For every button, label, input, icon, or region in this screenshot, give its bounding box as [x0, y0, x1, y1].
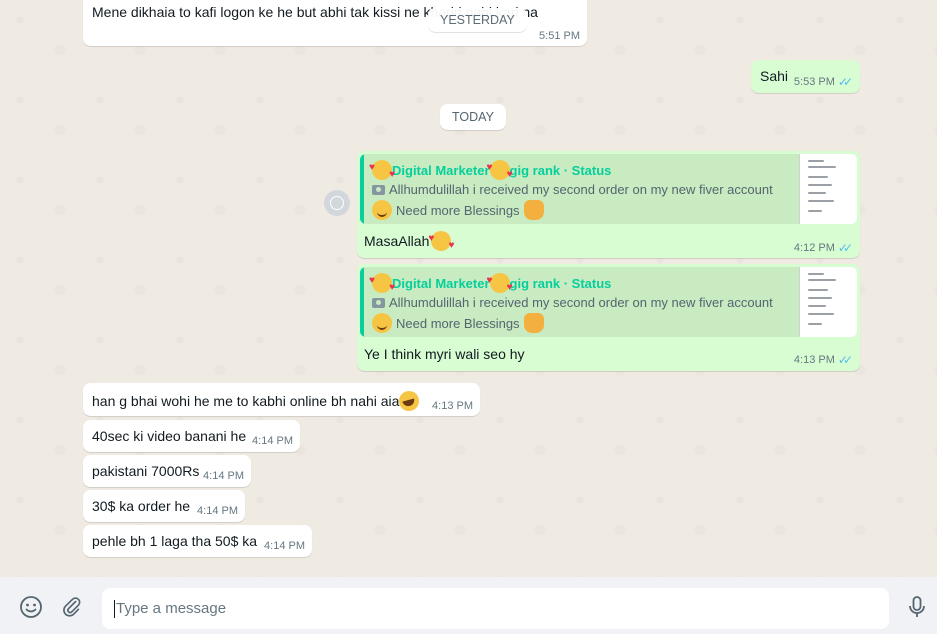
rolling-laughing-emoji-icon	[399, 391, 420, 411]
message-time: 4:14 PM	[197, 505, 238, 517]
message-text: pakistani 7000Rs	[92, 463, 200, 479]
message-time: 4:13 PM ✓✓	[794, 353, 853, 367]
message-text: han g bhai wohi he me to kabhi online bh…	[92, 391, 420, 411]
message-incoming[interactable]: 40sec ki video banani he 4:14 PM	[83, 420, 300, 452]
message-outgoing[interactable]: Sahi 5:53 PM ✓✓	[751, 60, 860, 93]
message-incoming[interactable]: han g bhai wohi he me to kabhi online bh…	[83, 383, 480, 416]
camera-icon	[372, 297, 385, 308]
message-time: 4:13 PM	[432, 400, 473, 412]
camera-icon	[372, 184, 385, 195]
message-time: 5:51 PM	[539, 30, 580, 42]
message-time: 4:12 PM ✓✓	[794, 241, 853, 255]
smiling-hearts-emoji-icon	[428, 231, 454, 251]
quoted-status[interactable]: Digital Marketer gig rank · Status Allhu…	[360, 154, 857, 224]
message-incoming[interactable]: pakistani 7000Rs 4:14 PM	[83, 455, 251, 487]
message-text: Ye I think myri wali seo hy	[364, 346, 525, 362]
smiling-hearts-emoji-icon	[369, 273, 395, 293]
message-text: pehle bh 1 laga tha 50$ ka	[92, 533, 258, 549]
chat-panel[interactable]: Mene dikhaia to kafi logon ke he but abh…	[0, 0, 937, 577]
paperclip-icon[interactable]	[59, 594, 85, 620]
smiling-hearts-emoji-icon	[487, 273, 513, 293]
message-time: 5:53 PM ✓✓	[794, 75, 853, 89]
message-time: 4:14 PM	[264, 540, 305, 552]
quote-text: Need more Blessings	[372, 200, 544, 220]
message-time: 4:14 PM	[252, 435, 293, 447]
message-composer: Type a message	[0, 577, 937, 634]
message-input[interactable]: Type a message	[102, 588, 889, 629]
date-divider-today: TODAY	[440, 104, 506, 130]
quote-author: Digital Marketer gig rank · Status	[369, 160, 611, 180]
quote-text: Need more Blessings	[372, 313, 544, 333]
quote-text: Allhumdulillah i received my second orde…	[372, 182, 773, 197]
quoted-status[interactable]: Digital Marketer gig rank · Status Allhu…	[360, 267, 857, 337]
message-text: 30$ ka order he	[92, 498, 191, 514]
double-check-icon: ✓✓	[837, 241, 853, 255]
emoji-icon[interactable]	[18, 594, 44, 620]
quote-text: Allhumdulillah i received my second orde…	[372, 295, 773, 310]
message-text: MasaAllah	[364, 231, 454, 251]
message-text: Sahi	[760, 68, 789, 84]
message-outgoing[interactable]: Digital Marketer gig rank · Status Allhu…	[357, 264, 860, 371]
status-thumbnail	[799, 267, 857, 337]
message-incoming[interactable]: pehle bh 1 laga tha 50$ ka 4:14 PM	[83, 525, 312, 557]
date-divider-yesterday: YESTERDAY	[428, 8, 527, 32]
double-check-icon: ✓✓	[837, 75, 853, 89]
message-time: 4:14 PM	[203, 470, 244, 482]
quote-author: Digital Marketer gig rank · Status	[369, 273, 611, 293]
double-check-icon: ✓✓	[837, 353, 853, 367]
smile-emoji-icon	[372, 200, 392, 220]
message-outgoing[interactable]: Digital Marketer gig rank · Status Allhu…	[357, 151, 860, 258]
microphone-icon[interactable]	[905, 594, 929, 620]
message-text: 40sec ki video banani he	[92, 428, 247, 444]
message-incoming[interactable]: 30$ ka order he 4:14 PM	[83, 490, 245, 522]
status-thumbnail	[799, 154, 857, 224]
smile-emoji-icon	[372, 313, 392, 333]
smiling-hearts-emoji-icon	[369, 160, 395, 180]
raised-hands-emoji-icon	[523, 200, 544, 220]
forward-icon[interactable]	[324, 190, 350, 216]
raised-hands-emoji-icon	[523, 313, 544, 333]
smiling-hearts-emoji-icon	[487, 160, 513, 180]
